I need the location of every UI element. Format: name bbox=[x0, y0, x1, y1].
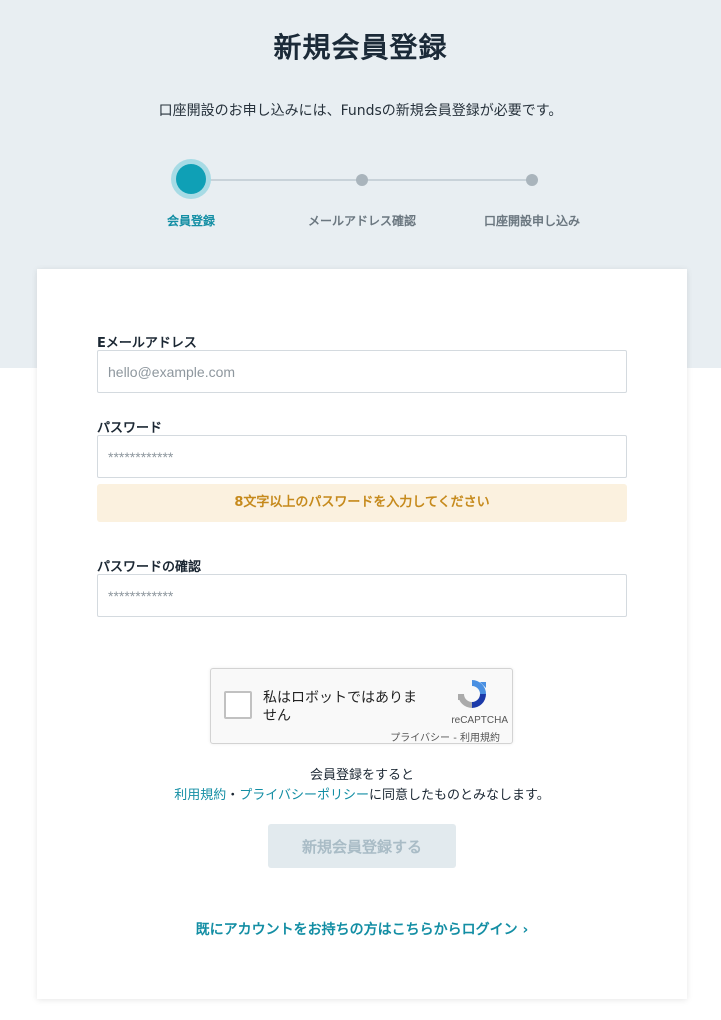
password-confirm-label: パスワードの確認 bbox=[97, 560, 202, 575]
recaptcha-brand: reCAPTCHA bbox=[451, 715, 508, 726]
step-2-indicator bbox=[356, 174, 368, 186]
password-label: パスワード bbox=[97, 421, 163, 436]
progress-stepper: 会員登録 メールアドレス確認 口座開設申し込み bbox=[0, 158, 721, 238]
recaptcha-label: 私はロボットではありません bbox=[263, 690, 417, 724]
recaptcha-widget: 私はロボットではありません reCAPTCHA プライバシー - 利用規約 bbox=[210, 668, 513, 744]
terms-separator: ・ bbox=[226, 788, 240, 803]
password-confirm-field[interactable] bbox=[97, 574, 627, 617]
recaptcha-privacy-link[interactable]: プライバシー bbox=[390, 733, 450, 744]
password-field[interactable] bbox=[97, 435, 627, 478]
terms-of-service-link[interactable]: 利用規約 bbox=[174, 788, 226, 803]
registration-card: Eメールアドレス パスワード 8文字以上のパスワードを入力してください パスワー… bbox=[37, 269, 687, 999]
recaptcha-terms-link[interactable]: 利用規約 bbox=[460, 733, 500, 744]
email-label: Eメールアドレス bbox=[97, 336, 197, 351]
login-link[interactable]: 既にアカウントをお持ちの方はこちらからログイン › bbox=[37, 919, 687, 939]
page-subtitle: 口座開設のお申し込みには、Fundsの新規会員登録が必要です。 bbox=[158, 103, 563, 119]
step-3-indicator bbox=[526, 174, 538, 186]
step-connector bbox=[206, 179, 362, 181]
password-hint: 8文字以上のパスワードを入力してください bbox=[97, 484, 627, 522]
terms-suffix: に同意したものとみなします。 bbox=[369, 788, 550, 803]
recaptcha-checkbox[interactable] bbox=[224, 691, 252, 719]
register-button[interactable]: 新規会員登録する bbox=[268, 824, 456, 868]
recaptcha-icon bbox=[458, 680, 486, 708]
step-1-indicator bbox=[171, 159, 211, 199]
recaptcha-links: プライバシー - 利用規約 bbox=[390, 729, 500, 744]
step-1-label: 会員登録 bbox=[166, 214, 215, 228]
terms-line-2: 利用規約・プライバシーポリシーに同意したものとみなします。 bbox=[37, 786, 687, 806]
terms-notice: 会員登録をすると 利用規約・プライバシーポリシーに同意したものとみなします。 bbox=[37, 766, 687, 806]
email-field[interactable] bbox=[97, 350, 627, 393]
recaptcha-separator: - bbox=[450, 733, 460, 744]
page-title: 新規会員登録 bbox=[273, 31, 448, 64]
step-connector bbox=[362, 179, 532, 181]
step-3-label: 口座開設申し込み bbox=[483, 214, 580, 228]
step-2-label: メールアドレス確認 bbox=[307, 214, 416, 228]
privacy-policy-link[interactable]: プライバシーポリシー bbox=[239, 788, 369, 803]
terms-line-1: 会員登録をすると bbox=[309, 768, 414, 783]
